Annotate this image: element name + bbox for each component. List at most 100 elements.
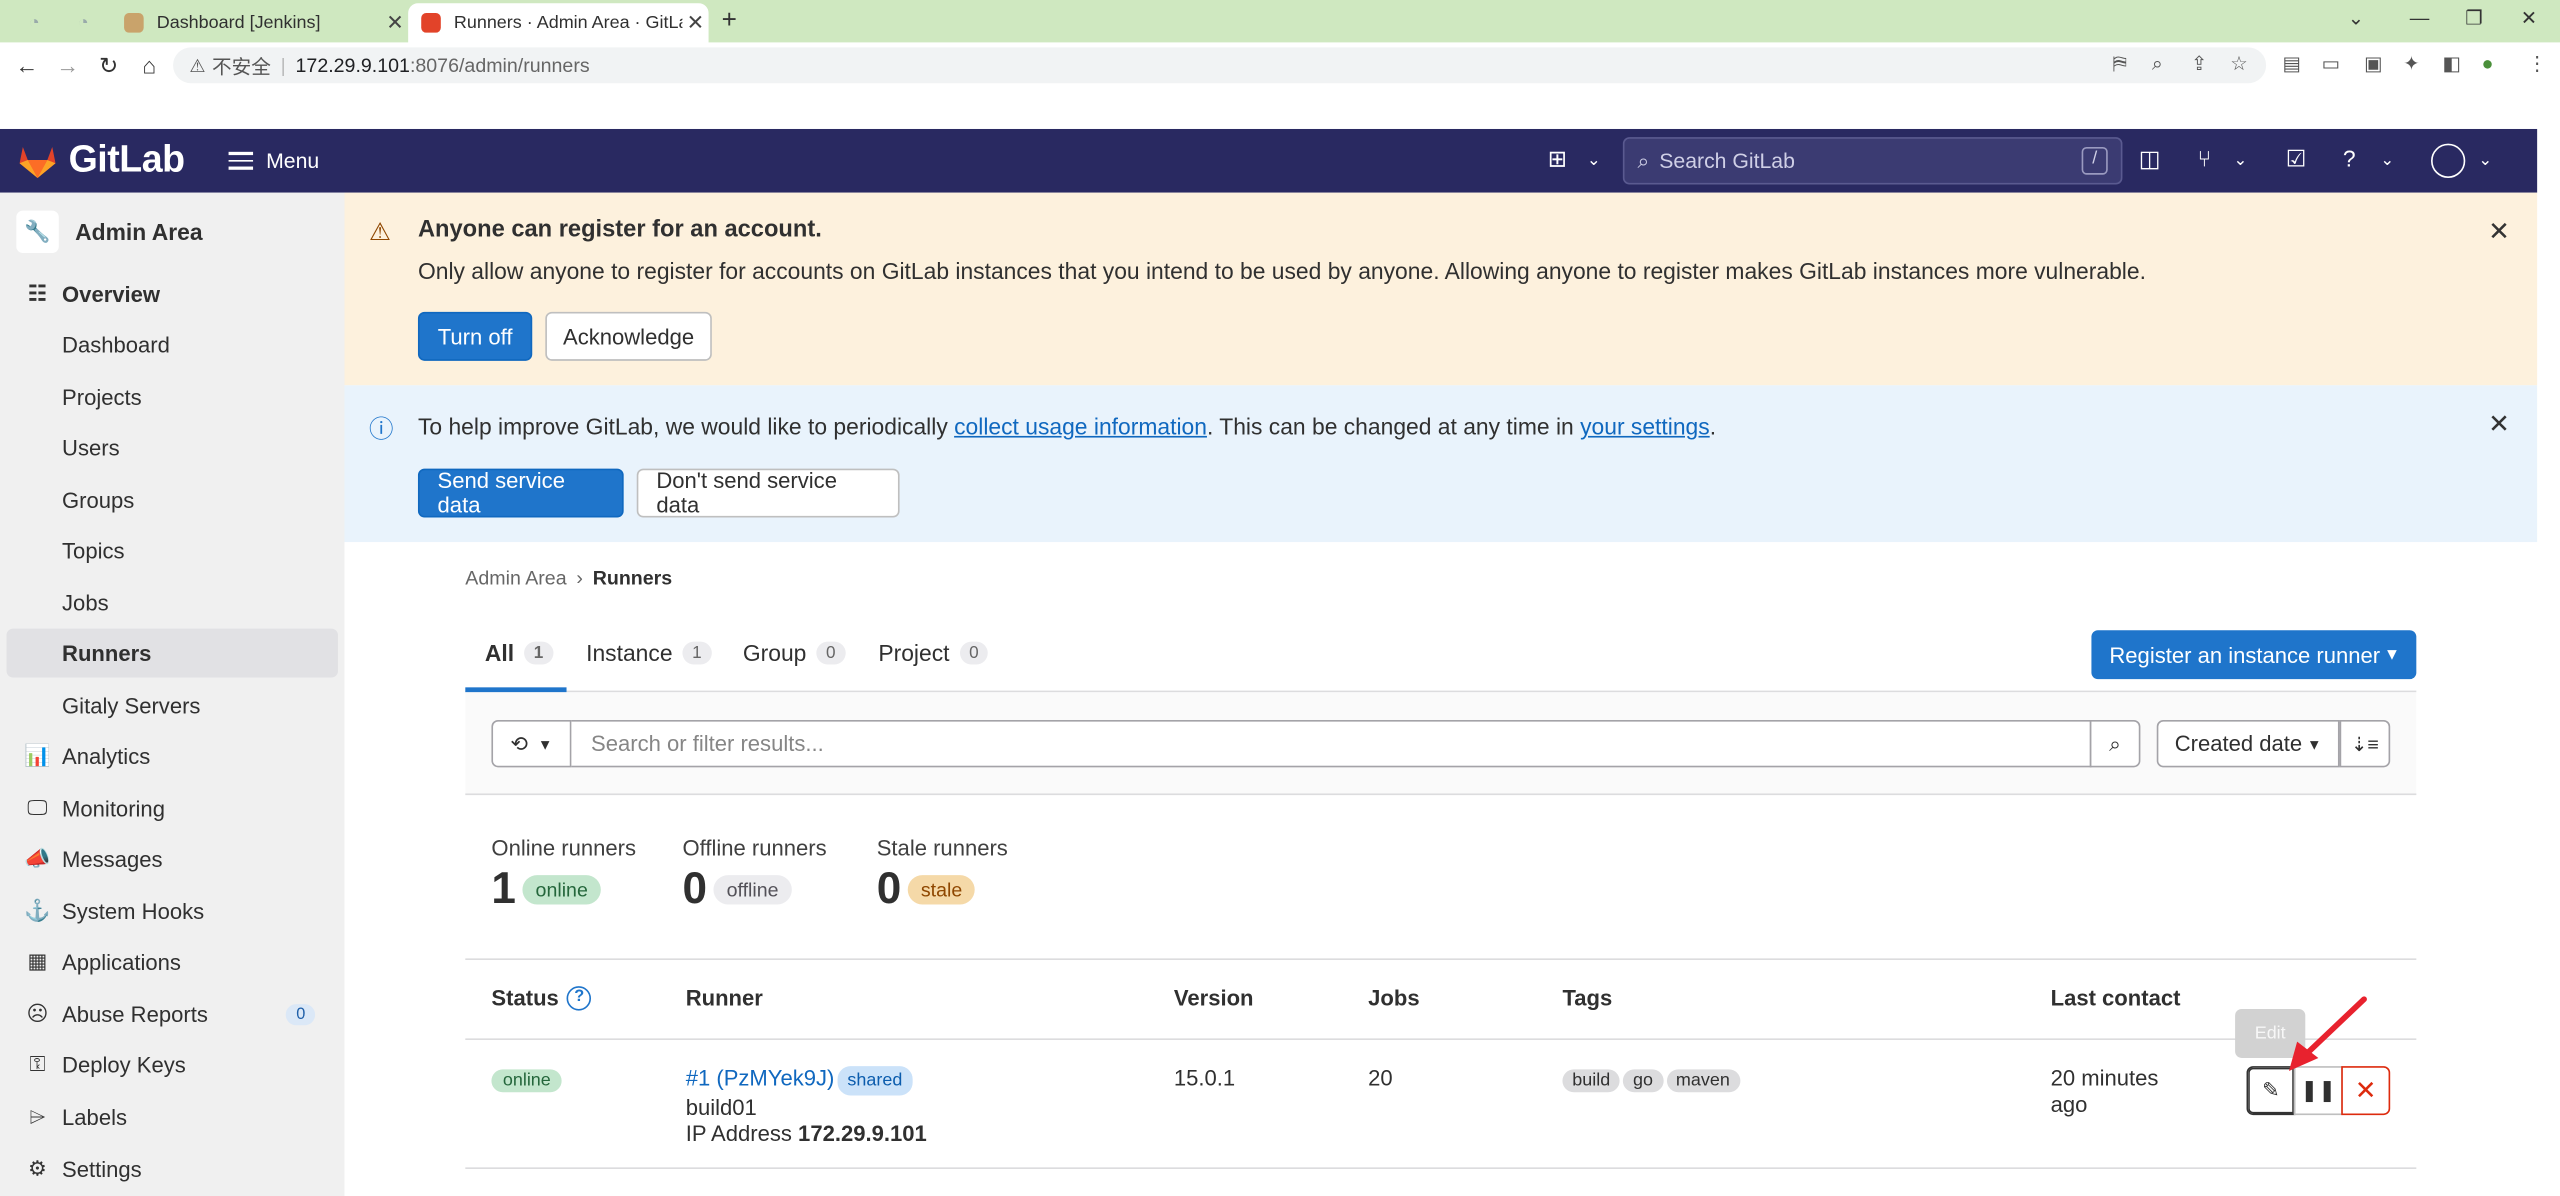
hook-icon: ⚓ (24, 897, 51, 923)
back-icon[interactable]: ← (7, 52, 48, 78)
sidebar-item-system-hooks[interactable]: ⚓ System Hooks (7, 887, 338, 936)
sidebar-item-abuse-reports[interactable]: ☹ Abuse Reports 0 (7, 989, 338, 1038)
sidebar-item-applications[interactable]: ▦ Applications (7, 937, 338, 986)
extension-icon[interactable]: ▣ (2364, 52, 2383, 75)
dont-send-service-data-button[interactable]: Don't send service data (636, 468, 900, 518)
chevron-down-icon[interactable]: ⌄ (1587, 152, 1601, 170)
sidebar-item-groups[interactable]: Groups (7, 475, 338, 524)
close-icon[interactable]: ✕ (2488, 408, 2510, 441)
chevron-down-icon[interactable]: ⌄ (2233, 152, 2247, 170)
recent-searches-button[interactable]: ⟲ ▼ (491, 719, 572, 768)
url-path: :8076/admin/runners (409, 53, 590, 77)
restore-icon[interactable]: ❐ (2465, 7, 2483, 30)
sidebar-item-deploy-keys[interactable]: ⚿ Deploy Keys (7, 1040, 338, 1089)
extension-icon[interactable]: ▭ (2322, 52, 2341, 75)
sidebar-item-labels[interactable]: ⌲ Labels (7, 1092, 338, 1141)
tab-instance[interactable]: Instance 1 (586, 640, 712, 666)
minimize-icon[interactable]: — (2410, 7, 2430, 30)
issues-icon[interactable]: ◫ (2139, 145, 2161, 173)
close-tab-icon[interactable]: ✕ (382, 10, 408, 36)
sidebar-item-analytics[interactable]: 📊 Analytics (7, 731, 338, 780)
applications-icon: ▦ (27, 948, 48, 974)
online-runners-stat: Online runners 1 online (491, 836, 636, 914)
new-tab-icon[interactable]: + (722, 7, 737, 36)
zoom-icon[interactable]: ⌕ (2152, 52, 2163, 76)
chevron-down-icon[interactable]: ⌄ (2478, 152, 2492, 170)
shared-badge: shared (837, 1066, 913, 1096)
puzzle-icon[interactable]: ✦ (2403, 52, 2419, 75)
send-service-data-button[interactable]: Send service data (417, 468, 624, 518)
collect-usage-link[interactable]: collect usage information (954, 413, 1207, 439)
tab-search-icon[interactable]: ⌄ (2348, 7, 2364, 30)
sidebar-item-runners[interactable]: Runners (6, 628, 338, 678)
merge-request-icon[interactable]: ⑂ (2198, 145, 2212, 171)
sidebar-context-header[interactable]: 🔧 Admin Area (16, 207, 203, 256)
close-tab-icon[interactable]: ✕ (682, 10, 708, 36)
todo-icon[interactable]: ☑ (2286, 145, 2307, 173)
gitlab-logo[interactable]: GitLab (16, 137, 185, 181)
text-segment: To help improve GitLab, we would like to… (417, 413, 955, 440)
browser-tab-gitlab[interactable]: Runners · Admin Area · GitLab ✕ (408, 3, 709, 43)
share-icon[interactable]: ⇪ (2191, 52, 2207, 75)
tab-project[interactable]: Project 0 (878, 640, 989, 666)
sidepanel-icon[interactable]: ◧ (2442, 52, 2461, 75)
browser-tab-jenkins[interactable]: Dashboard [Jenkins] ✕ (111, 3, 408, 42)
bookmark-star-icon[interactable]: ☆ (2230, 52, 2248, 75)
acknowledge-button[interactable]: Acknowledge (545, 311, 712, 361)
search-icon[interactable]: ⌕ (2089, 719, 2141, 768)
table-row-status: online (491, 1066, 563, 1093)
sidebar-item-overview[interactable]: ☷ Overview (7, 269, 338, 318)
sort-direction-icon[interactable]: ⇣≡ (2339, 719, 2391, 768)
sidebar-item-topics[interactable]: Topics (7, 526, 338, 575)
sidebar-item-jobs[interactable]: Jobs (7, 578, 338, 627)
sidebar-item-settings[interactable]: ⚙ Settings (7, 1144, 338, 1193)
help-icon[interactable]: ? (566, 986, 592, 1011)
pause-icon: ❚❚ (2300, 1077, 2337, 1103)
tab-group[interactable]: Group 0 (743, 640, 846, 666)
divider (465, 1038, 2417, 1040)
register-runner-button[interactable]: Register an instance runner ▼ (2091, 630, 2417, 680)
help-icon[interactable]: ? (2343, 145, 2356, 171)
more-menu-icon[interactable]: ⋮ (2527, 52, 2547, 75)
your-settings-link[interactable]: your settings (1580, 413, 1710, 439)
ip-address: 172.29.9.101 (798, 1121, 927, 1147)
tab-all[interactable]: All 1 (485, 640, 554, 666)
profile-icon[interactable]: ● (2482, 52, 2494, 75)
search-icon: ⌕ (1637, 147, 1650, 173)
avatar[interactable] (2431, 143, 2466, 178)
pinned-tab-icon[interactable]: ◔ (72, 3, 95, 42)
jenkins-favicon-icon (124, 13, 144, 33)
sort-dropdown[interactable]: Created date ▼ (2156, 719, 2340, 768)
runner-link[interactable]: #1 (PzMYek9J) (686, 1066, 835, 1090)
breadcrumb-parent[interactable]: Admin Area (465, 567, 566, 590)
runner-jobs[interactable]: 20 (1368, 1066, 1393, 1090)
chevron-down-icon[interactable]: ⌄ (2380, 152, 2394, 170)
forward-icon[interactable]: → (47, 52, 88, 78)
tab-title: Runners · Admin Area · GitLab (453, 13, 683, 33)
sidebar-item-users[interactable]: Users (7, 423, 338, 472)
close-window-icon[interactable]: ✕ (2521, 7, 2537, 30)
search-input[interactable]: ⌕ Search GitLab / (1622, 137, 2123, 185)
translate-icon[interactable]: ⛿ (2113, 52, 2127, 76)
home-icon[interactable]: ⌂ (129, 52, 170, 78)
breadcrumb-current[interactable]: Runners (593, 567, 672, 590)
sidebar-item-messages[interactable]: 📣 Messages (7, 834, 338, 883)
close-icon[interactable]: ✕ (2488, 216, 2510, 249)
pinned-tab-icon[interactable]: ◔ (23, 3, 46, 42)
reload-icon[interactable]: ↻ (88, 51, 129, 79)
label-icon: ⌲ (29, 1103, 46, 1129)
address-input[interactable]: ⚠ 不安全 | 172.29.9.101 :8076/admin/runners (173, 47, 2267, 84)
info-icon: ⓘ (368, 416, 394, 445)
extension-icon[interactable]: ▤ (2282, 52, 2301, 75)
sidebar-item-projects[interactable]: Projects (7, 372, 338, 421)
sidebar-item-label: Labels (62, 1104, 128, 1129)
turn-off-button[interactable]: Turn off (417, 311, 533, 361)
sidebar-item-monitoring[interactable]: 🖵 Monitoring (7, 784, 338, 833)
sidebar-item-gitaly-servers[interactable]: Gitaly Servers (7, 681, 338, 730)
runner-tags: build go maven (1562, 1066, 1742, 1093)
sidebar-item-dashboard[interactable]: Dashboard (7, 320, 338, 369)
column-header-runner: Runner (685, 986, 763, 1011)
menu-button[interactable]: Menu (228, 147, 319, 174)
filter-search-input[interactable]: Search or filter results... (571, 719, 2092, 768)
new-item-icon[interactable]: ⊞ (1548, 145, 1567, 173)
